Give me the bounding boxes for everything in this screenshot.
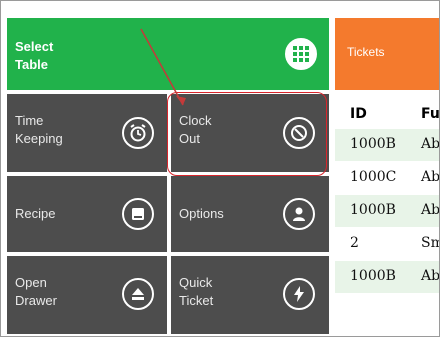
grid-icon	[285, 38, 317, 70]
ticket-name: Ab	[421, 169, 440, 185]
time-keeping-button[interactable]: Time Keeping	[7, 94, 167, 172]
ticket-name: Ab	[421, 202, 440, 218]
no-entry-icon	[283, 117, 315, 149]
ticket-id: 1000B	[350, 268, 396, 284]
ticket-row[interactable]: 1000B Ab	[335, 261, 440, 293]
ticket-row[interactable]: 1000C Ab	[335, 162, 440, 194]
tickets-title: Tickets	[347, 45, 385, 59]
options-button[interactable]: Options	[171, 176, 329, 252]
ticket-row[interactable]: 1000B Ab	[335, 195, 440, 227]
ticket-id: 1000B	[350, 202, 396, 218]
select-table-button[interactable]: Select Table	[7, 18, 329, 90]
options-label: Options	[179, 206, 224, 221]
ticket-name: Ab	[421, 268, 440, 284]
open-drawer-label: Open Drawer	[15, 275, 57, 308]
ticket-id: 2	[350, 235, 359, 251]
ticket-name: Ab	[421, 136, 440, 152]
time-keeping-label: Time Keeping	[15, 113, 63, 146]
pos-screen: Select Table Time Keeping Clock Out Reci…	[0, 0, 440, 337]
ticket-row[interactable]: 1000B Ab	[335, 129, 440, 161]
eject-icon	[122, 278, 154, 310]
select-table-label: Select Table	[15, 39, 54, 72]
open-drawer-button[interactable]: Open Drawer	[7, 256, 167, 334]
function-panel: Select Table Time Keeping Clock Out Reci…	[1, 1, 335, 336]
tickets-header: Tickets	[335, 18, 439, 90]
ticket-id: 1000C	[350, 169, 397, 185]
lightning-icon	[283, 278, 315, 310]
ticket-id: 1000B	[350, 136, 396, 152]
tickets-table-header: ID Fu	[335, 99, 440, 129]
recipe-label: Recipe	[15, 206, 56, 221]
ticket-row[interactable]: 2 Sm	[335, 228, 439, 260]
column-header-name: Fu	[421, 106, 440, 122]
clock-out-label: Clock Out	[179, 113, 212, 146]
quick-ticket-button[interactable]: Quick Ticket	[171, 256, 329, 334]
clock-out-button[interactable]: Clock Out	[171, 94, 329, 172]
column-header-id: ID	[350, 106, 367, 122]
tickets-panel: Tickets ID Fu 1000B Ab 1000C Ab 1000B Ab…	[335, 1, 440, 336]
user-icon	[283, 198, 315, 230]
ticket-name: Sm	[421, 235, 439, 251]
alarm-clock-icon	[122, 117, 154, 149]
quick-ticket-label: Quick Ticket	[179, 275, 214, 308]
recipe-book-icon	[122, 198, 154, 230]
recipe-button[interactable]: Recipe	[7, 176, 167, 252]
